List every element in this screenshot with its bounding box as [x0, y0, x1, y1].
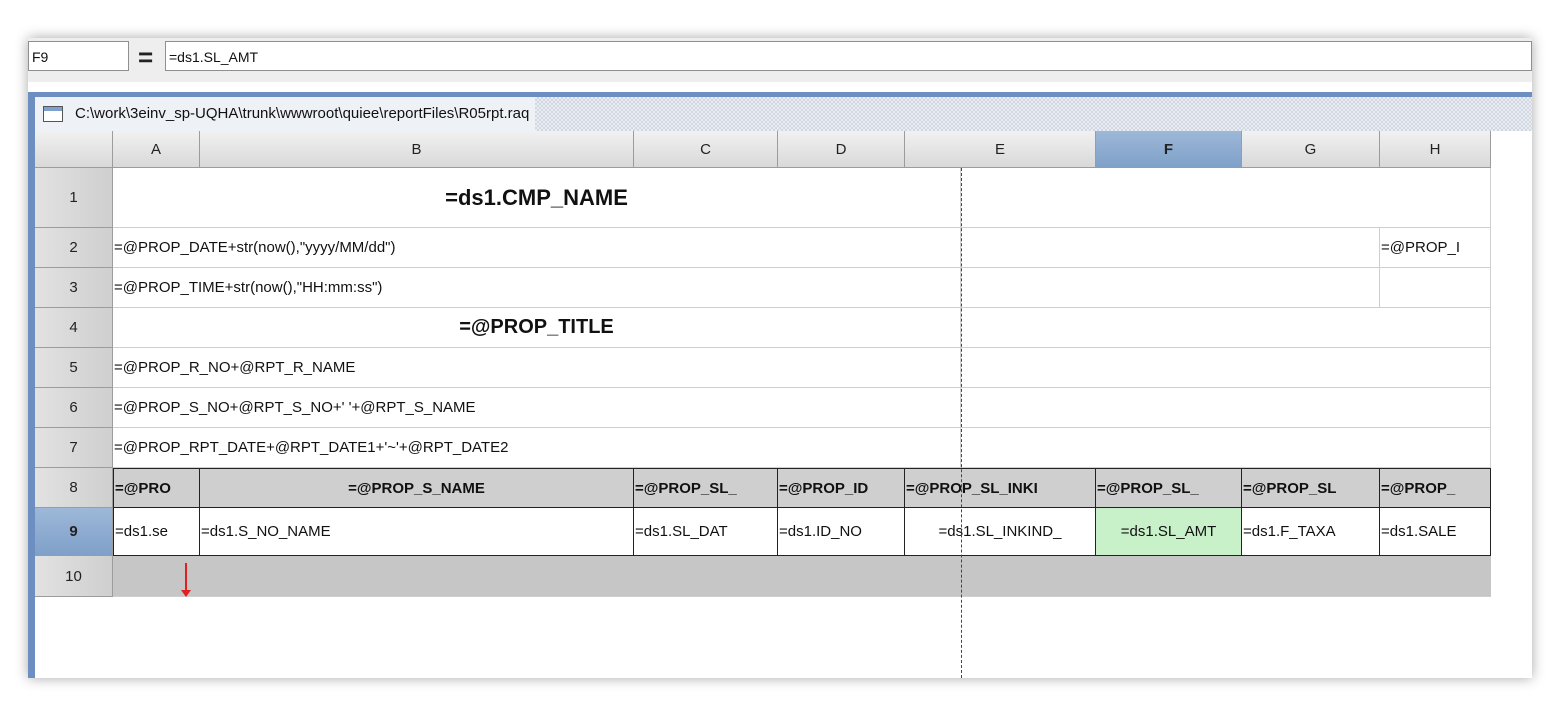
cell-e8-header[interactable]: =@PROP_SL_INKI [905, 468, 1096, 508]
document-tab[interactable]: C:\work\3einv_sp-UQHA\trunk\wwwroot\quie… [35, 97, 536, 131]
column-header-a[interactable]: A [113, 131, 200, 168]
column-header-h[interactable]: H [1380, 131, 1491, 168]
page-break-line [961, 168, 962, 678]
cell-d9-data[interactable]: =ds1.ID_NO [778, 508, 905, 556]
cell-c9-data[interactable]: =ds1.SL_DAT [634, 508, 778, 556]
row-header-5[interactable]: 5 [35, 348, 113, 388]
formula-input[interactable]: =ds1.SL_AMT [165, 41, 1532, 71]
cell-row5-right[interactable] [961, 348, 1491, 388]
column-header-f[interactable]: F [1096, 131, 1242, 168]
cell-h2[interactable]: =@PROP_I [1380, 228, 1491, 268]
cell-row10[interactable] [113, 556, 1491, 597]
cell-g8-header[interactable]: =@PROP_SL [1242, 468, 1380, 508]
window-icon [43, 106, 63, 122]
cell-row6-right[interactable] [961, 388, 1491, 428]
expand-down-arrow-icon [181, 563, 191, 597]
cell-row3-mid[interactable] [961, 268, 1380, 308]
row-header-10[interactable]: 10 [35, 556, 113, 597]
cell-g9-data[interactable]: =ds1.F_TAXA [1242, 508, 1380, 556]
cell-row7-right[interactable] [961, 428, 1491, 468]
cell-a6[interactable]: =@PROP_S_NO+@RPT_S_NO+' '+@RPT_S_NAME [113, 388, 961, 428]
column-header-c[interactable]: C [634, 131, 778, 168]
cell-h8-header[interactable]: =@PROP_ [1380, 468, 1491, 508]
column-header-e[interactable]: E [905, 131, 1096, 168]
cell-a9-data[interactable]: =ds1.se [113, 508, 200, 556]
row-header-1[interactable]: 1 [35, 168, 113, 228]
cell-reference-field[interactable]: F9 [28, 41, 129, 71]
report-grid: A B C D E F G H 1 2 3 4 5 6 7 8 9 10 =ds… [35, 131, 1532, 678]
cell-a5[interactable]: =@PROP_R_NO+@RPT_R_NAME [113, 348, 961, 388]
column-header-g[interactable]: G [1242, 131, 1380, 168]
cell-a7[interactable]: =@PROP_RPT_DATE+@RPT_DATE1+'~'+@RPT_DATE… [113, 428, 961, 468]
row-header-6[interactable]: 6 [35, 388, 113, 428]
row-header-8[interactable]: 8 [35, 468, 113, 508]
cell-b8-header[interactable]: =@PROP_S_NAME [200, 468, 634, 508]
cell-a2-date[interactable]: =@PROP_DATE+str(now(),"yyyy/MM/dd") [113, 228, 961, 268]
cell-a8-header[interactable]: =@PRO [113, 468, 200, 508]
cell-f9-selected[interactable]: =ds1.SL_AMT [1096, 508, 1242, 556]
equals-icon: = [138, 42, 154, 72]
row-header-4[interactable]: 4 [35, 308, 113, 348]
row-header-2[interactable]: 2 [35, 228, 113, 268]
cell-row4-right[interactable] [961, 308, 1491, 348]
cell-a4-title[interactable]: =@PROP_TITLE [113, 308, 961, 348]
cell-h9-data[interactable]: =ds1.SALE [1380, 508, 1491, 556]
cell-b9-data[interactable]: =ds1.S_NO_NAME [200, 508, 634, 556]
cell-a1-company-name[interactable]: =ds1.CMP_NAME [113, 168, 961, 228]
column-header-d[interactable]: D [778, 131, 905, 168]
cell-row2-mid[interactable] [961, 228, 1380, 268]
row-header-7[interactable]: 7 [35, 428, 113, 468]
column-header-b[interactable]: B [200, 131, 634, 168]
cell-c8-header[interactable]: =@PROP_SL_ [634, 468, 778, 508]
select-all-corner[interactable] [35, 131, 113, 168]
cell-d8-header[interactable]: =@PROP_ID [778, 468, 905, 508]
row-header-9[interactable]: 9 [35, 508, 113, 556]
cell-a3-time[interactable]: =@PROP_TIME+str(now(),"HH:mm:ss") [113, 268, 961, 308]
cell-h3[interactable] [1380, 268, 1491, 308]
window-border-left [28, 92, 35, 678]
cell-row1-right[interactable] [961, 168, 1491, 228]
formula-bar: F9 = =ds1.SL_AMT [28, 38, 1532, 82]
report-designer-window: F9 = =ds1.SL_AMT C:\work\3einv_sp-UQHA\t… [28, 38, 1532, 678]
row-header-3[interactable]: 3 [35, 268, 113, 308]
document-title-bar[interactable]: C:\work\3einv_sp-UQHA\trunk\wwwroot\quie… [35, 97, 1532, 131]
cell-f8-header[interactable]: =@PROP_SL_ [1096, 468, 1242, 508]
document-path: C:\work\3einv_sp-UQHA\trunk\wwwroot\quie… [75, 105, 530, 122]
cell-e9-data[interactable]: =ds1.SL_INKIND_ [905, 508, 1096, 556]
